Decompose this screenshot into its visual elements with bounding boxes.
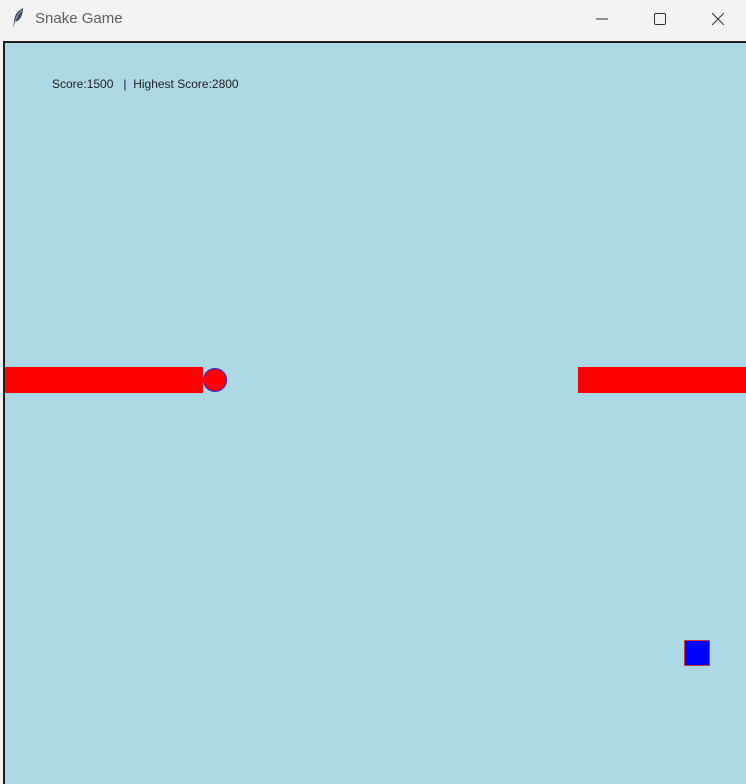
close-icon [712, 13, 724, 25]
maximize-button[interactable] [637, 0, 683, 38]
feather-icon [10, 7, 26, 29]
minimize-button[interactable] [579, 0, 625, 38]
title-bar: Snake Game [0, 0, 746, 38]
score-display: Score:1500 | Highest Score:2800 [52, 76, 239, 92]
game-window: Snake Game Score:1500 | Highest Score:28… [0, 0, 746, 784]
highest-score-value: 2800 [211, 77, 239, 91]
game-canvas[interactable]: Score:1500 | Highest Score:2800 [3, 41, 746, 784]
snake-body-right [578, 367, 746, 393]
food-item [684, 640, 710, 666]
snake-body-left [5, 367, 203, 393]
close-button[interactable] [695, 0, 741, 38]
snake-head [203, 368, 227, 392]
minimize-icon [596, 18, 608, 20]
score-value: 1500 [86, 77, 114, 91]
maximize-icon [654, 13, 666, 25]
score-label: Score: [52, 77, 87, 91]
highest-score-label: Highest Score: [133, 77, 212, 91]
window-title: Snake Game [35, 10, 123, 27]
